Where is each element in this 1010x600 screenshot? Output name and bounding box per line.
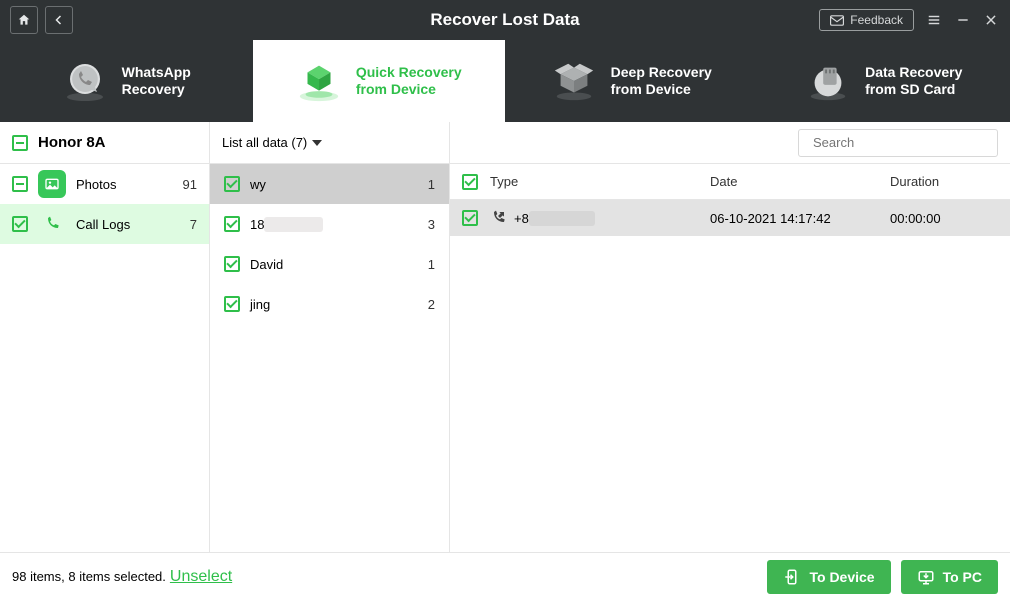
main-area: Honor 8A Photos 91 Call Logs 7 xyxy=(0,122,1010,552)
category-photos[interactable]: Photos 91 xyxy=(0,164,209,204)
column-duration[interactable]: Duration xyxy=(890,174,1010,189)
category-count: 7 xyxy=(190,217,197,232)
filter-label: List all data (7) xyxy=(222,135,307,150)
outgoing-call-icon xyxy=(490,210,506,226)
to-pc-button[interactable]: To PC xyxy=(901,560,998,594)
feedback-button[interactable]: Feedback xyxy=(819,9,914,31)
row-checkbox[interactable] xyxy=(462,210,478,226)
select-all-checkbox[interactable] xyxy=(462,174,478,190)
contact-name: 18 xyxy=(250,217,323,232)
photos-icon xyxy=(38,170,66,198)
back-button[interactable] xyxy=(45,6,73,34)
mode-deep-recovery[interactable]: Deep Recoveryfrom Device xyxy=(505,40,758,122)
contacts-panel: List all data (7) wy 1 18 3 David 1 xyxy=(210,122,450,552)
content-panel: Type Date Duration +8 06-10-2021 14:17:4… xyxy=(450,122,1010,552)
phone-icon xyxy=(38,210,66,238)
to-device-button[interactable]: To Device xyxy=(767,560,890,594)
contact-row[interactable]: wy 1 xyxy=(210,164,449,204)
category-call-logs[interactable]: Call Logs 7 xyxy=(0,204,209,244)
device-row[interactable]: Honor 8A xyxy=(0,122,209,164)
contact-name: jing xyxy=(250,297,270,312)
sidebar: Honor 8A Photos 91 Call Logs 7 xyxy=(0,122,210,552)
filter-dropdown[interactable]: List all data (7) xyxy=(210,122,449,164)
table-row[interactable]: +8 06-10-2021 14:17:42 00:00:00 xyxy=(450,200,1010,236)
status-text: 98 items, 8 items selected. xyxy=(12,569,166,584)
contact-checkbox[interactable] xyxy=(224,176,240,192)
row-duration: 00:00:00 xyxy=(890,211,1010,226)
chevron-down-icon xyxy=(312,140,322,146)
sd-card-icon xyxy=(805,58,851,104)
unselect-link[interactable]: Unselect xyxy=(170,568,232,586)
recovery-mode-tabs: WhatsAppRecovery Quick Recoveryfrom Devi… xyxy=(0,40,1010,122)
footer: 98 items, 8 items selected. Unselect To … xyxy=(0,552,1010,600)
home-icon xyxy=(17,13,31,27)
mode-sd-card[interactable]: Data Recoveryfrom SD Card xyxy=(758,40,1010,122)
menu-icon xyxy=(926,13,942,27)
contact-row[interactable]: David 1 xyxy=(210,244,449,284)
search-box[interactable] xyxy=(798,129,998,157)
search-input[interactable] xyxy=(813,135,989,150)
to-device-icon xyxy=(783,568,801,586)
toolbar xyxy=(450,122,1010,164)
row-number: +8 xyxy=(514,211,595,226)
contact-row[interactable]: 18 3 xyxy=(210,204,449,244)
contact-name: David xyxy=(250,257,283,272)
row-date: 06-10-2021 14:17:42 xyxy=(710,211,890,226)
contact-count: 1 xyxy=(428,177,435,192)
home-button[interactable] xyxy=(10,6,38,34)
call-logs-checkbox[interactable] xyxy=(12,216,28,232)
chevron-left-icon xyxy=(53,14,65,26)
device-checkbox[interactable] xyxy=(12,135,28,151)
mail-icon xyxy=(830,15,844,26)
titlebar: Recover Lost Data Feedback xyxy=(0,0,1010,40)
close-icon xyxy=(984,13,998,27)
contact-checkbox[interactable] xyxy=(224,216,240,232)
mode-whatsapp[interactable]: WhatsAppRecovery xyxy=(0,40,253,122)
contact-count: 3 xyxy=(428,217,435,232)
contact-count: 2 xyxy=(428,297,435,312)
contact-count: 1 xyxy=(428,257,435,272)
table-header: Type Date Duration xyxy=(450,164,1010,200)
category-label: Call Logs xyxy=(76,217,130,232)
open-box-icon xyxy=(551,58,597,104)
minimize-button[interactable] xyxy=(956,13,970,27)
contact-checkbox[interactable] xyxy=(224,256,240,272)
menu-button[interactable] xyxy=(926,13,942,27)
category-count: 91 xyxy=(183,177,197,192)
column-date[interactable]: Date xyxy=(710,174,890,189)
to-pc-icon xyxy=(917,568,935,586)
cube-icon xyxy=(296,58,342,104)
contact-name: wy xyxy=(250,177,266,192)
photos-checkbox[interactable] xyxy=(12,176,28,192)
category-label: Photos xyxy=(76,177,116,192)
column-type[interactable]: Type xyxy=(490,174,710,189)
close-button[interactable] xyxy=(984,13,998,27)
contact-row[interactable]: jing 2 xyxy=(210,284,449,324)
minimize-icon xyxy=(956,13,970,27)
contact-checkbox[interactable] xyxy=(224,296,240,312)
mode-quick-recovery[interactable]: Quick Recoveryfrom Device xyxy=(253,40,506,122)
device-name: Honor 8A xyxy=(38,134,106,151)
feedback-label: Feedback xyxy=(850,13,903,27)
whatsapp-icon xyxy=(62,58,108,104)
